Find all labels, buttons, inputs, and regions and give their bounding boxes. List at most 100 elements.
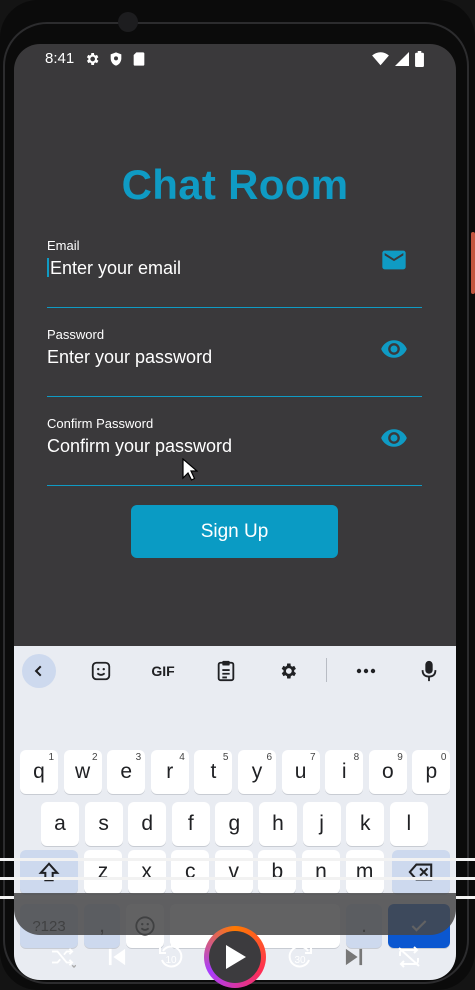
key[interactable]: j <box>302 802 341 846</box>
keyboard-toolbar: GIF <box>14 646 456 694</box>
key-hint: 0 <box>440 752 447 763</box>
key-label: r <box>166 760 174 783</box>
password-label: Password <box>47 327 105 342</box>
key-label: p <box>425 760 438 783</box>
wifi-icon <box>372 52 389 66</box>
key[interactable]: f <box>171 802 210 846</box>
email-label: Email <box>47 238 80 253</box>
key-label: e <box>120 760 133 783</box>
key[interactable]: e3 <box>107 750 146 794</box>
password-field[interactable]: Password Enter your password <box>47 327 422 397</box>
email-underline <box>47 307 422 308</box>
key-label: g <box>228 812 241 835</box>
key-label: o <box>381 760 394 783</box>
key-hint: 3 <box>135 752 142 763</box>
key-label: q <box>33 760 45 783</box>
media-player-overlay: 10 30 <box>0 858 475 990</box>
password-underline <box>47 396 422 397</box>
screen: 8:41 Chat Room Email Enter your email Pa… <box>14 44 456 980</box>
side-button <box>471 232 475 294</box>
repeat-off-icon[interactable] <box>392 940 426 974</box>
key[interactable]: g <box>215 802 254 846</box>
signal-icon <box>395 52 409 66</box>
play-button[interactable] <box>204 926 266 988</box>
key[interactable]: d <box>128 802 167 846</box>
media-controls: 10 30 <box>0 926 475 988</box>
eye-icon[interactable] <box>380 335 408 363</box>
email-field[interactable]: Email Enter your email <box>47 238 422 308</box>
key[interactable]: w2 <box>63 750 102 794</box>
key[interactable]: y6 <box>238 750 276 794</box>
more-icon[interactable] <box>351 656 381 686</box>
next-icon[interactable] <box>337 940 371 974</box>
confirm-password-label: Confirm Password <box>47 416 154 431</box>
confirm-password-input[interactable]: Confirm your password <box>47 436 232 457</box>
key[interactable]: k <box>346 802 385 846</box>
scrub-line <box>0 877 475 880</box>
key-label: k <box>359 812 371 835</box>
shuffle-icon[interactable] <box>46 940 80 974</box>
key-label: h <box>272 812 284 835</box>
key-label: y <box>251 760 263 783</box>
email-input[interactable]: Enter your email <box>47 258 181 279</box>
password-input[interactable]: Enter your password <box>47 347 212 368</box>
status-bar: 8:41 <box>14 44 456 74</box>
previous-icon[interactable] <box>100 940 134 974</box>
forward-30-icon[interactable]: 30 <box>283 940 317 974</box>
rewind-label: 10 <box>165 955 177 966</box>
toolbar-divider <box>326 658 327 682</box>
sd-card-icon <box>133 52 145 66</box>
key[interactable]: u7 <box>281 750 320 794</box>
key-hint: 8 <box>353 752 360 763</box>
phone-frame: 8:41 Chat Room Email Enter your email Pa… <box>0 0 475 990</box>
key-hint: 7 <box>310 752 316 763</box>
key[interactable]: a <box>41 802 79 846</box>
gear-icon[interactable] <box>273 656 303 686</box>
status-time: 8:41 <box>45 50 75 67</box>
key-label: w <box>75 760 91 783</box>
battery-icon <box>415 51 424 67</box>
gif-button[interactable]: GIF <box>148 656 178 686</box>
front-camera <box>118 12 138 32</box>
key[interactable]: h <box>259 802 297 846</box>
mic-icon[interactable] <box>414 656 444 686</box>
key-label: i <box>341 760 347 783</box>
key[interactable]: p0 <box>412 750 451 794</box>
key[interactable]: o9 <box>368 750 407 794</box>
key[interactable]: r4 <box>150 750 189 794</box>
key[interactable]: t5 <box>194 750 233 794</box>
key-label: l <box>406 812 412 835</box>
key[interactable]: l <box>389 802 428 846</box>
gear-icon <box>86 53 99 65</box>
key-hint: 5 <box>222 752 229 763</box>
sticker-icon[interactable] <box>86 656 116 686</box>
page-title: Chat Room <box>121 161 349 208</box>
shield-icon <box>110 52 122 66</box>
key-label: f <box>187 812 194 835</box>
rewind-10-icon[interactable]: 10 <box>154 940 188 974</box>
key[interactable]: q1 <box>20 750 58 794</box>
play-icon <box>209 931 261 983</box>
sign-up-button[interactable]: Sign Up <box>131 505 338 558</box>
confirm-password-field[interactable]: Confirm Password Confirm your password <box>47 416 422 486</box>
text-cursor <box>47 258 49 277</box>
key-hint: 4 <box>179 752 185 763</box>
key-label: d <box>141 812 154 835</box>
key-label: u <box>294 760 307 783</box>
key[interactable]: i8 <box>325 750 364 794</box>
key-hint: 9 <box>397 752 403 763</box>
key-label: j <box>319 812 324 835</box>
back-icon[interactable] <box>22 654 56 688</box>
key-hint: 1 <box>48 752 54 763</box>
status-icons-right <box>372 51 424 67</box>
mail-icon <box>382 250 406 270</box>
key[interactable]: s <box>84 802 123 846</box>
key-label: a <box>54 812 66 835</box>
key-hint: 6 <box>266 752 272 763</box>
mouse-pointer-icon <box>182 458 198 481</box>
clipboard-icon[interactable] <box>211 656 241 686</box>
forward-label: 30 <box>294 955 306 966</box>
eye-icon[interactable] <box>380 424 408 452</box>
key-label: s <box>98 812 109 835</box>
key-label: t <box>210 760 217 783</box>
